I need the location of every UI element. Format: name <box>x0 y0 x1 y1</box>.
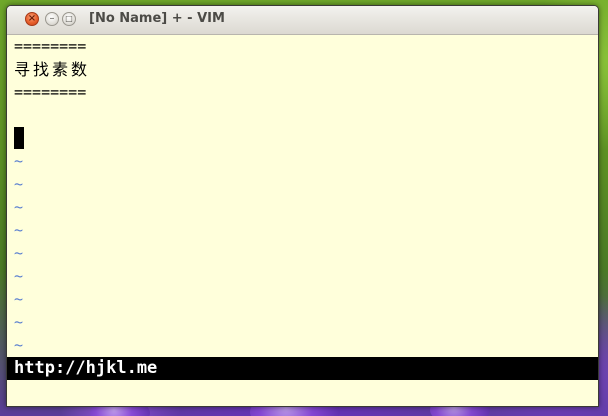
empty-line-tilde: ~ <box>14 267 24 285</box>
empty-line-tilde: ~ <box>14 198 24 216</box>
minimize-icon[interactable]: – <box>45 12 59 26</box>
maximize-icon[interactable]: □ <box>62 12 76 26</box>
empty-line-tilde: ~ <box>14 336 24 354</box>
close-icon[interactable]: × <box>25 12 39 26</box>
text-cursor <box>14 127 24 149</box>
buffer-line: ======== <box>14 83 87 101</box>
empty-line-tilde: ~ <box>14 244 24 262</box>
buffer-line: 寻找素数 <box>14 60 91 79</box>
window-title: [No Name] + - VIM <box>89 11 225 26</box>
empty-line-tilde: ~ <box>14 221 24 239</box>
empty-line-tilde: ~ <box>14 290 24 308</box>
status-line: http://hjkl.me <box>7 357 598 380</box>
window-titlebar[interactable]: × – □ [No Name] + - VIM <box>7 6 598 35</box>
vim-window: × – □ [No Name] + - VIM ======== 寻找素数 ==… <box>6 5 599 407</box>
command-line[interactable] <box>7 380 598 406</box>
buffer-line: ======== <box>14 37 87 55</box>
empty-line-tilde: ~ <box>14 152 24 170</box>
empty-line-tilde: ~ <box>14 313 24 331</box>
editor-area[interactable]: ======== 寻找素数 ======== ~ ~ ~ ~ ~ ~ ~ ~ ~ http://… <box>7 35 598 406</box>
empty-line-tilde: ~ <box>14 175 24 193</box>
